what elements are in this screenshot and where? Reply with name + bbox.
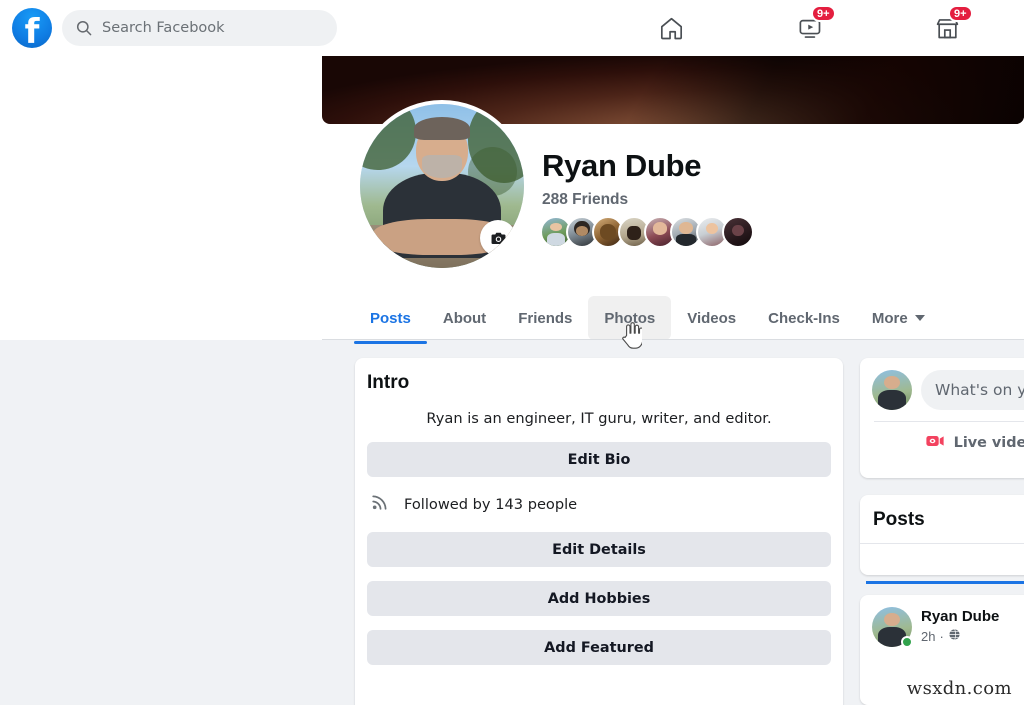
followers-row: Followed by 143 people <box>369 491 831 518</box>
post-composer-card: What's on y Live vide <box>860 358 1024 478</box>
tab-posts-label: Posts <box>370 309 411 327</box>
friends-count[interactable]: 288 Friends <box>542 191 628 209</box>
tab-more[interactable]: More <box>856 296 941 340</box>
tab-posts[interactable]: Posts <box>354 296 427 344</box>
live-video-label[interactable]: Live vide <box>954 435 1024 451</box>
intro-bio-text: Ryan is an engineer, IT guru, writer, an… <box>426 410 772 427</box>
composer-placeholder: What's on y <box>935 381 1024 399</box>
site-watermark: wsxdn.com <box>906 678 1012 699</box>
main-content: Intro Ryan is an engineer, IT guru, writ… <box>0 340 1024 705</box>
edit-details-button[interactable]: Edit Details <box>367 532 831 567</box>
posts-filter-row[interactable]: L <box>860 544 1024 584</box>
pointing-hand-cursor <box>620 322 644 355</box>
profile-header-section: Ryan Dube 288 Friends Posts About Friend… <box>322 56 1024 344</box>
tab-videos-label: Videos <box>687 309 737 327</box>
post-subline: 2h · <box>921 628 999 644</box>
post-separator: · <box>939 628 944 644</box>
tab-videos[interactable]: Videos <box>671 296 752 340</box>
posts-heading: Posts <box>873 509 925 530</box>
top-nav-icon-group: 9+ 9+ <box>0 0 1024 56</box>
tab-about-label: About <box>442 309 487 327</box>
marketplace-button[interactable]: 9+ <box>927 5 973 48</box>
post-avatar[interactable] <box>872 607 913 648</box>
post-author-name[interactable]: Ryan Dube <box>921 608 999 625</box>
followers-text: Followed by 143 people <box>404 496 578 513</box>
tab-about[interactable]: About <box>427 296 502 340</box>
composer-input[interactable]: What's on y <box>921 370 1024 410</box>
composer-actions: Live vide <box>872 425 1024 461</box>
watch-badge: 9+ <box>811 5 836 22</box>
tab-friends[interactable]: Friends <box>502 296 588 340</box>
tab-check-ins[interactable]: Check-Ins <box>752 296 856 340</box>
globe-icon[interactable] <box>948 628 961 644</box>
tab-more-label: More <box>871 309 908 327</box>
page-title: Ryan Dube <box>542 148 702 183</box>
edit-bio-button[interactable]: Edit Bio <box>367 442 831 477</box>
facebook-profile-page: f Search Facebook 9+ 9+ Ryan Dube 288 Fr… <box>0 0 1024 705</box>
add-hobbies-button[interactable]: Add Hobbies <box>367 581 831 616</box>
post-header: Ryan Dube 2h · <box>872 607 1024 648</box>
post-timestamp[interactable]: 2h <box>921 629 935 644</box>
tab-friends-label: Friends <box>518 309 573 327</box>
composer-divider <box>874 421 1024 422</box>
friend-avatar-8[interactable] <box>722 216 754 248</box>
friend-avatar-list <box>540 216 754 248</box>
live-video-icon <box>924 430 946 457</box>
home-icon <box>658 15 685 42</box>
tabs-divider <box>322 339 1024 340</box>
profile-tabs: Posts About Friends Photos Videos Check-… <box>354 296 994 344</box>
composer-avatar[interactable] <box>872 370 912 410</box>
online-status-dot <box>901 636 913 648</box>
top-navigation-bar: f Search Facebook 9+ 9+ <box>0 0 1024 56</box>
posts-filter-underline <box>866 581 1024 584</box>
camera-icon[interactable] <box>480 220 516 256</box>
post-meta: Ryan Dube 2h · <box>921 607 999 644</box>
marketplace-badge: 9+ <box>948 5 973 22</box>
composer-row: What's on y <box>872 370 1024 410</box>
intro-heading: Intro <box>367 372 410 393</box>
watch-button[interactable]: 9+ <box>790 5 836 48</box>
chevron-down-icon <box>914 315 925 321</box>
profile-avatar[interactable] <box>356 100 528 272</box>
tab-check-ins-label: Check-Ins <box>768 309 840 327</box>
posts-section-card: Posts L <box>860 495 1024 584</box>
add-featured-button[interactable]: Add Featured <box>367 630 831 665</box>
home-button[interactable] <box>651 8 691 48</box>
intro-card: Intro Ryan is an engineer, IT guru, writ… <box>355 358 843 705</box>
rss-followers-icon <box>369 491 391 518</box>
